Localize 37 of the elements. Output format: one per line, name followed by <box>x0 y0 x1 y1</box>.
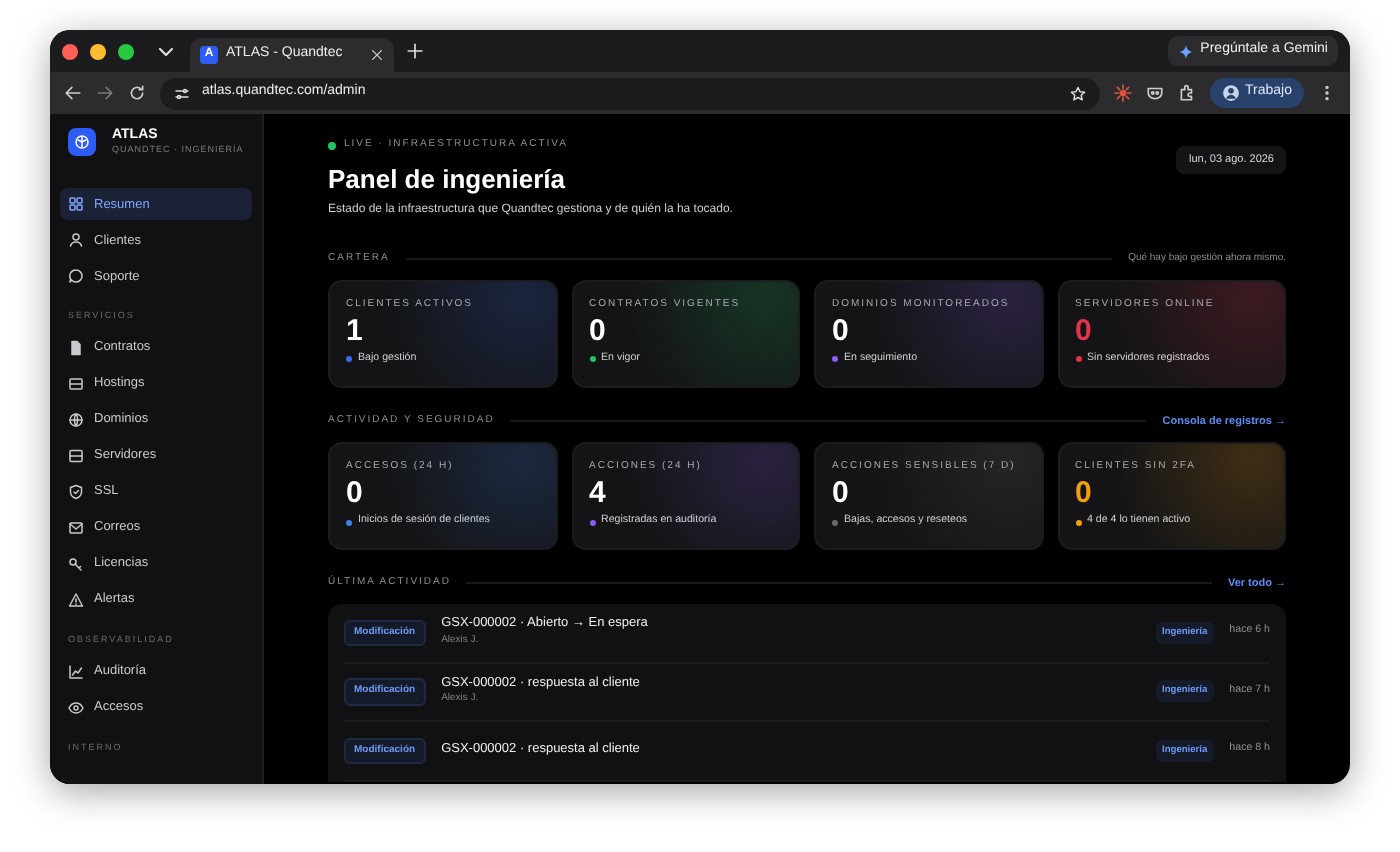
minimize-window-button[interactable] <box>90 43 106 59</box>
maximize-window-button[interactable] <box>118 43 134 59</box>
stat-value: 0 <box>1075 314 1094 350</box>
warning-icon <box>68 592 84 609</box>
new-tab-icon[interactable] <box>406 42 424 60</box>
close-icon[interactable] <box>370 48 384 62</box>
chart-icon <box>68 663 84 680</box>
stat-value: 0 <box>832 314 851 350</box>
page-title: Panel de ingeniería <box>328 161 567 198</box>
reload-icon[interactable] <box>128 84 146 102</box>
chat-bubble-icon <box>68 268 84 285</box>
eye-icon <box>68 699 84 716</box>
stat-value: 0 <box>832 476 851 513</box>
back-icon[interactable] <box>64 84 82 102</box>
key-icon <box>68 556 84 573</box>
server-icon <box>68 376 84 393</box>
extensions-icon[interactable] <box>1177 84 1196 102</box>
forward-icon[interactable] <box>96 84 114 102</box>
grid-icon <box>68 196 84 213</box>
sparkle-icon <box>1178 43 1195 59</box>
close-window-button[interactable] <box>62 43 78 59</box>
envelope-icon <box>68 520 84 537</box>
person-icon <box>68 232 84 249</box>
logo-icon <box>68 128 96 157</box>
stat-value: 4 <box>589 476 608 513</box>
document-icon <box>68 340 84 357</box>
stat-value: 0 <box>589 314 608 350</box>
mask-icon[interactable] <box>1145 84 1164 102</box>
avatar-icon <box>1221 84 1240 102</box>
shield-icon <box>68 484 84 501</box>
stat-value: 0 <box>346 476 365 513</box>
stat-value: 1 <box>346 314 365 350</box>
site-settings-icon <box>174 85 190 101</box>
star-icon[interactable] <box>1069 85 1086 101</box>
server-icon <box>68 448 84 465</box>
globe-icon <box>68 412 84 429</box>
stat-value: 0 <box>1075 476 1094 513</box>
